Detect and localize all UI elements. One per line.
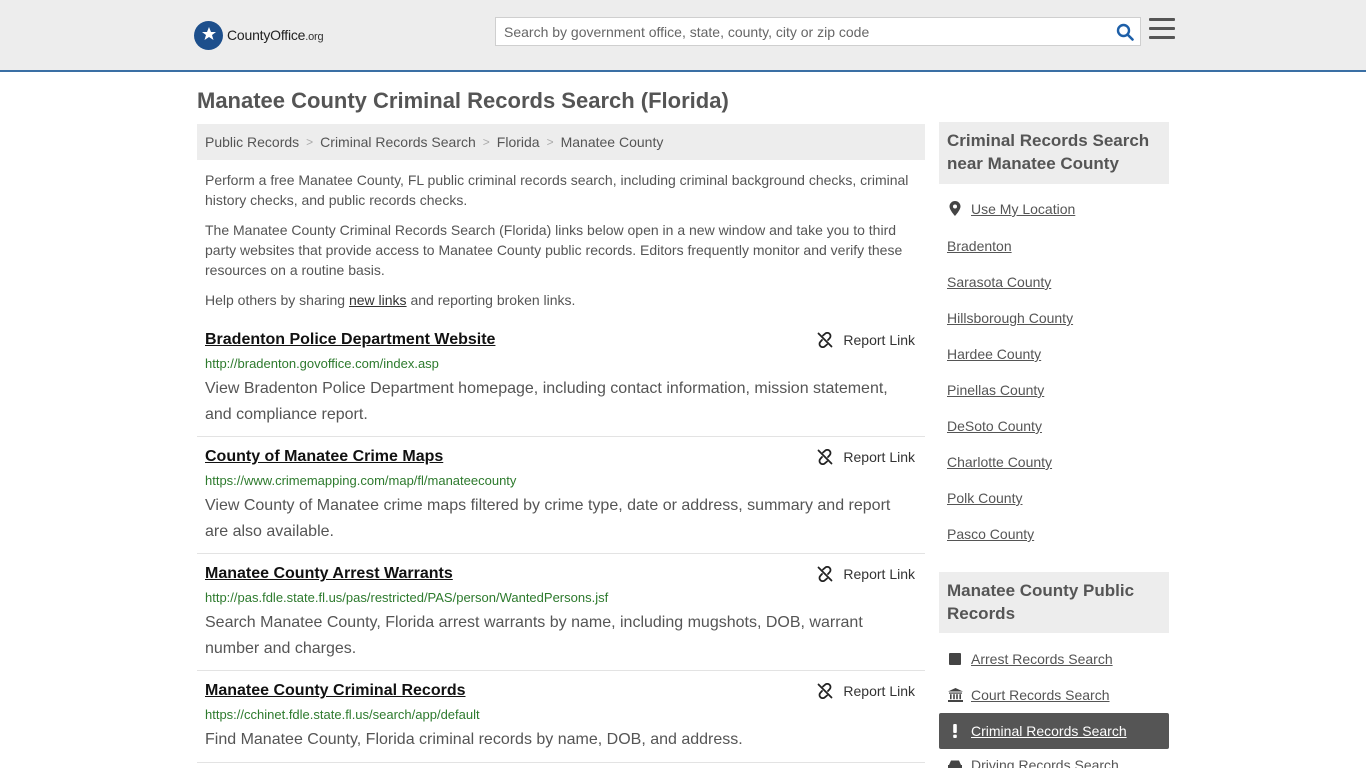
nearby-heading: Criminal Records Search near Manatee Cou… — [939, 122, 1169, 184]
search-bar — [495, 17, 1141, 46]
use-my-location-label: Use My Location — [971, 201, 1076, 217]
intro-text: Perform a free Manatee County, FL public… — [205, 170, 917, 320]
search-button[interactable] — [1110, 18, 1140, 45]
listing-title-link[interactable]: Manatee County Arrest Warrants — [205, 565, 453, 583]
intro-paragraph: The Manatee County Criminal Records Sear… — [205, 222, 903, 278]
listing-item: Manatee County Criminal Records Report L… — [197, 682, 925, 763]
logo-text: CountyOffice.org — [227, 27, 324, 43]
court-records-search-link[interactable]: Court Records Search — [947, 687, 1110, 703]
search-input[interactable] — [496, 18, 1110, 45]
broken-link-icon — [818, 566, 833, 582]
site-header: CountyOffice.org — [0, 0, 1366, 72]
nearby-link-pinellas-county[interactable]: Pinellas County — [947, 382, 1044, 398]
breadcrumb-separator: > — [546, 135, 554, 149]
share-links-note: Help others by sharing new links and rep… — [205, 292, 576, 308]
report-link-label: Report Link — [843, 449, 915, 465]
broken-link-icon — [818, 449, 833, 465]
court-records-search-label: Court Records Search — [971, 687, 1110, 703]
nearby-link-hillsborough-county[interactable]: Hillsborough County — [947, 310, 1073, 326]
breadcrumb-criminal-records-search[interactable]: Criminal Records Search — [320, 134, 476, 150]
nearby-link-desoto-county[interactable]: DeSoto County — [947, 418, 1042, 434]
listing-title-link[interactable]: County of Manatee Crime Maps — [205, 448, 443, 466]
listing-url: https://www.crimemapping.com/map/fl/mana… — [205, 473, 517, 488]
arrest-records-search-label: Arrest Records Search — [971, 651, 1113, 667]
listing-url: http://pas.fdle.state.fl.us/pas/restrict… — [205, 590, 609, 605]
report-link-button[interactable]: Report Link — [817, 449, 915, 465]
breadcrumb-separator: > — [306, 135, 314, 149]
listing-item: County of Manatee Crime Maps Report Link… — [197, 448, 925, 554]
broken-link-icon — [818, 332, 833, 348]
report-link-button[interactable]: Report Link — [817, 332, 915, 348]
breadcrumb-manatee-county[interactable]: Manatee County — [561, 134, 664, 150]
square-icon — [947, 653, 963, 665]
report-link-label: Report Link — [843, 566, 915, 582]
public-records-heading: Manatee County Public Records — [939, 572, 1169, 633]
site-logo[interactable]: CountyOffice.org — [194, 20, 324, 50]
page-title: Manatee County Criminal Records Search (… — [197, 88, 729, 113]
map-pin-icon — [947, 201, 963, 217]
criminal-records-search-link[interactable]: Criminal Records Search — [939, 713, 1169, 749]
listing-description: Find Manatee County, Florida criminal re… — [205, 731, 743, 748]
criminal-records-search-label: Criminal Records Search — [971, 723, 1127, 739]
nearby-link-sarasota-county[interactable]: Sarasota County — [947, 274, 1051, 290]
report-link-label: Report Link — [843, 332, 915, 348]
breadcrumb-florida[interactable]: Florida — [497, 134, 540, 150]
listing-description: Search Manatee County, Florida arrest wa… — [205, 614, 863, 657]
new-links-link[interactable]: new links — [349, 292, 407, 308]
breadcrumb: Public Records > Criminal Records Search… — [197, 124, 925, 160]
arrest-records-search-link[interactable]: Arrest Records Search — [947, 651, 1113, 667]
nearby-link-bradenton[interactable]: Bradenton — [947, 238, 1012, 254]
report-link-label: Report Link — [843, 683, 915, 699]
listing-description: View County of Manatee crime maps filter… — [205, 497, 891, 540]
listing-item: Manatee County Arrest Warrants Report Li… — [197, 565, 925, 671]
driving-records-search-link[interactable]: Driving Records Search — [947, 757, 1119, 768]
report-link-button[interactable]: Report Link — [817, 683, 915, 699]
intro-paragraph: Perform a free Manatee County, FL public… — [205, 172, 909, 208]
broken-link-icon — [818, 683, 833, 699]
logo-emblem-icon — [194, 20, 223, 50]
hamburger-menu-icon[interactable] — [1149, 18, 1175, 42]
breadcrumb-public-records[interactable]: Public Records — [205, 134, 299, 150]
listing-url: http://bradenton.govoffice.com/index.asp — [205, 356, 439, 371]
nearby-link-hardee-county[interactable]: Hardee County — [947, 346, 1041, 362]
driving-records-search-label: Driving Records Search — [971, 757, 1119, 768]
breadcrumb-separator: > — [482, 135, 490, 149]
listing-item: Bradenton Police Department Website Repo… — [197, 331, 925, 437]
use-my-location-link[interactable]: Use My Location — [947, 201, 1075, 217]
search-icon — [1116, 23, 1134, 41]
listing-url: https://cchinet.fdle.state.fl.us/search/… — [205, 707, 480, 722]
car-icon — [947, 759, 963, 768]
listing-title-link[interactable]: Manatee County Criminal Records — [205, 682, 466, 700]
listing-description: View Bradenton Police Department homepag… — [205, 380, 888, 423]
listing-title-link[interactable]: Bradenton Police Department Website — [205, 331, 495, 349]
courthouse-icon — [947, 688, 963, 702]
nearby-link-charlotte-county[interactable]: Charlotte County — [947, 454, 1052, 470]
report-link-button[interactable]: Report Link — [817, 566, 915, 582]
nearby-link-polk-county[interactable]: Polk County — [947, 490, 1022, 506]
exclamation-icon — [947, 724, 963, 738]
nearby-link-pasco-county[interactable]: Pasco County — [947, 526, 1034, 542]
